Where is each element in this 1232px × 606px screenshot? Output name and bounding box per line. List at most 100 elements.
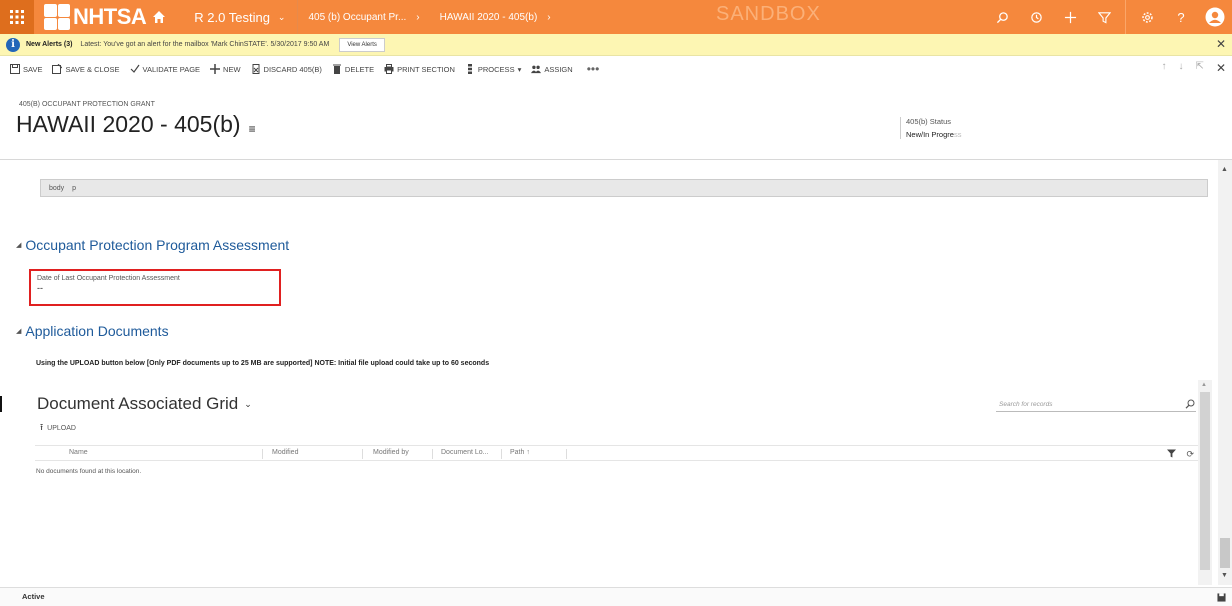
record-navigation: ↑ ↓ ⇱ ✕	[1162, 61, 1226, 75]
user-icon	[1205, 7, 1225, 27]
page-scrollbar-thumb[interactable]	[1220, 538, 1230, 568]
settings-button[interactable]	[1130, 0, 1164, 34]
gear-icon	[1141, 11, 1153, 23]
record-title: HAWAII 2020 - 405(b)	[16, 111, 241, 137]
collapse-triangle-icon: ◢	[16, 242, 22, 249]
upload-instructions: Using the UPLOAD button below [Only PDF …	[36, 360, 490, 367]
assign-label: ASSIGN	[544, 64, 573, 74]
save-button[interactable]: SAVE	[10, 64, 42, 74]
refresh-icon[interactable]: ⟳	[1186, 449, 1194, 460]
help-button[interactable]: ?	[1164, 0, 1198, 34]
save-and-close-label: SAVE & CLOSE	[65, 64, 120, 74]
print-section-button[interactable]: PRINT SECTION	[384, 64, 455, 74]
nhtsa-logo[interactable]: NHTSA	[44, 0, 166, 34]
column-header-name[interactable]: Name	[69, 449, 88, 456]
assessment-date-value[interactable]: --	[37, 283, 273, 293]
create-button[interactable]	[1053, 0, 1087, 34]
command-bar: SAVE SAVE & CLOSE VALIDATE PAGE NEW DISC…	[0, 57, 1232, 81]
column-divider	[566, 449, 567, 459]
search-icon[interactable]	[1185, 399, 1195, 409]
scroll-up-icon[interactable]: ▲	[1221, 166, 1228, 173]
section-assessment-header[interactable]: ◢ Occupant Protection Program Assessment	[16, 237, 289, 253]
status-footer: Active	[0, 587, 1232, 606]
close-icon[interactable]: ✕	[1216, 61, 1226, 75]
status-value-text: New/In Progre	[906, 130, 954, 139]
more-commands-icon[interactable]: •••	[587, 62, 600, 76]
assessment-date-label: Date of Last Occupant Protection Assessm…	[37, 275, 180, 282]
scroll-up-icon[interactable]: ▲	[1201, 382, 1207, 388]
discard-label: DISCARD 405(B)	[263, 64, 322, 74]
delete-label: DELETE	[344, 64, 375, 74]
grid-search-input[interactable]: Search for records	[996, 398, 1196, 412]
column-header-path[interactable]: Path ↑	[510, 449, 530, 456]
collapse-triangle-icon: ◢	[16, 328, 22, 335]
new-button[interactable]: NEW	[210, 64, 241, 74]
app-name: R 2.0 Testing	[194, 9, 270, 25]
alert-message: Latest: You've got an alert for the mail…	[80, 41, 330, 48]
nav-divider	[1125, 0, 1126, 34]
discard-button[interactable]: DISCARD 405(B)	[251, 64, 322, 74]
page-scrollbar[interactable]: ▲ ▼	[1218, 160, 1232, 585]
grid-title[interactable]: Document Associated Grid ⌄	[37, 394, 252, 414]
user-avatar-button[interactable]	[1198, 0, 1232, 34]
search-icon	[996, 11, 1008, 23]
plus-icon	[1064, 11, 1076, 23]
breadcrumb-record-label: HAWAII 2020 - 405(b)	[439, 11, 538, 23]
question-icon: ?	[1177, 9, 1185, 25]
app-launcher-button[interactable]	[0, 0, 34, 34]
filter-icon[interactable]	[1167, 449, 1176, 458]
save-and-close-button[interactable]: SAVE & CLOSE	[52, 64, 120, 74]
status-field: 405(b) Status New/In Progress	[900, 117, 961, 139]
grid-scrollbar[interactable]: ▲	[1198, 380, 1212, 585]
grid-header-row: Name Modified Modified by Document Lo...…	[35, 445, 1200, 461]
popout-icon[interactable]: ⇱	[1196, 61, 1204, 75]
home-icon[interactable]	[152, 10, 166, 24]
process-dropdown[interactable]: PROCESS ▾	[465, 64, 521, 74]
validate-page-label: VALIDATE PAGE	[142, 64, 201, 74]
breadcrumb-record[interactable]: HAWAII 2020 - 405(b) ›	[430, 0, 561, 34]
path-element[interactable]: p	[72, 185, 76, 192]
status-value: New/In Progress	[906, 130, 961, 139]
breadcrumb-entity[interactable]: 405 (b) Occupant Pr... ›	[298, 0, 429, 34]
status-label: 405(b) Status	[906, 117, 952, 126]
save-label: SAVE	[23, 64, 43, 74]
plus-icon	[210, 64, 221, 74]
advanced-find-button[interactable]	[1087, 0, 1121, 34]
app-switcher[interactable]: R 2.0 Testing ⌄	[194, 0, 297, 34]
sandbox-label: SANDBOX	[716, 3, 821, 25]
rich-text-path-bar: body p	[40, 179, 1208, 197]
recent-button[interactable]	[1019, 0, 1053, 34]
path-element[interactable]: body	[49, 185, 64, 192]
section-documents-header[interactable]: ◢ Application Documents	[16, 323, 169, 339]
view-alerts-button[interactable]: View Alerts	[339, 37, 385, 52]
top-navigation-bar: NHTSA R 2.0 Testing ⌄ 405 (b) Occupant P…	[0, 0, 1232, 34]
process-label: PROCESS	[477, 64, 515, 74]
chevron-down-icon: ▾	[517, 64, 522, 74]
search-button[interactable]	[985, 0, 1019, 34]
scroll-down-icon[interactable]: ▼	[1221, 572, 1228, 579]
header-divider	[0, 159, 1232, 160]
column-header-modified-by[interactable]: Modified by	[373, 449, 409, 456]
trash-icon	[332, 64, 341, 74]
arrow-up-icon[interactable]: ↑	[1162, 61, 1167, 75]
validate-page-button[interactable]: VALIDATE PAGE	[130, 64, 201, 74]
validate-icon	[130, 64, 140, 73]
section-documents-title: Application Documents	[25, 323, 169, 339]
list-menu-icon[interactable]: ≡	[249, 122, 256, 136]
column-header-modified[interactable]: Modified	[272, 449, 298, 456]
assign-button[interactable]: ASSIGN	[531, 64, 573, 74]
delete-button[interactable]: DELETE	[332, 64, 374, 74]
entity-type-label: 405(B) OCCUPANT PROTECTION GRANT	[19, 101, 155, 108]
assessment-date-field[interactable]: Date of Last Occupant Protection Assessm…	[29, 269, 281, 306]
print-section-label: PRINT SECTION	[397, 64, 455, 74]
floppy-icon[interactable]	[1217, 593, 1226, 602]
logo-text: NHTSA	[73, 4, 147, 29]
close-icon[interactable]: ✕	[1216, 37, 1226, 51]
chevron-right-icon: ›	[547, 11, 551, 23]
upload-button[interactable]: ⭱ UPLOAD	[40, 420, 76, 436]
grid-scrollbar-thumb[interactable]	[1200, 392, 1210, 570]
chevron-right-icon: ›	[416, 11, 420, 23]
column-header-document-location[interactable]: Document Lo...	[441, 449, 488, 456]
grid-empty-message: No documents found at this location.	[36, 468, 142, 475]
arrow-down-icon[interactable]: ↓	[1179, 61, 1184, 75]
